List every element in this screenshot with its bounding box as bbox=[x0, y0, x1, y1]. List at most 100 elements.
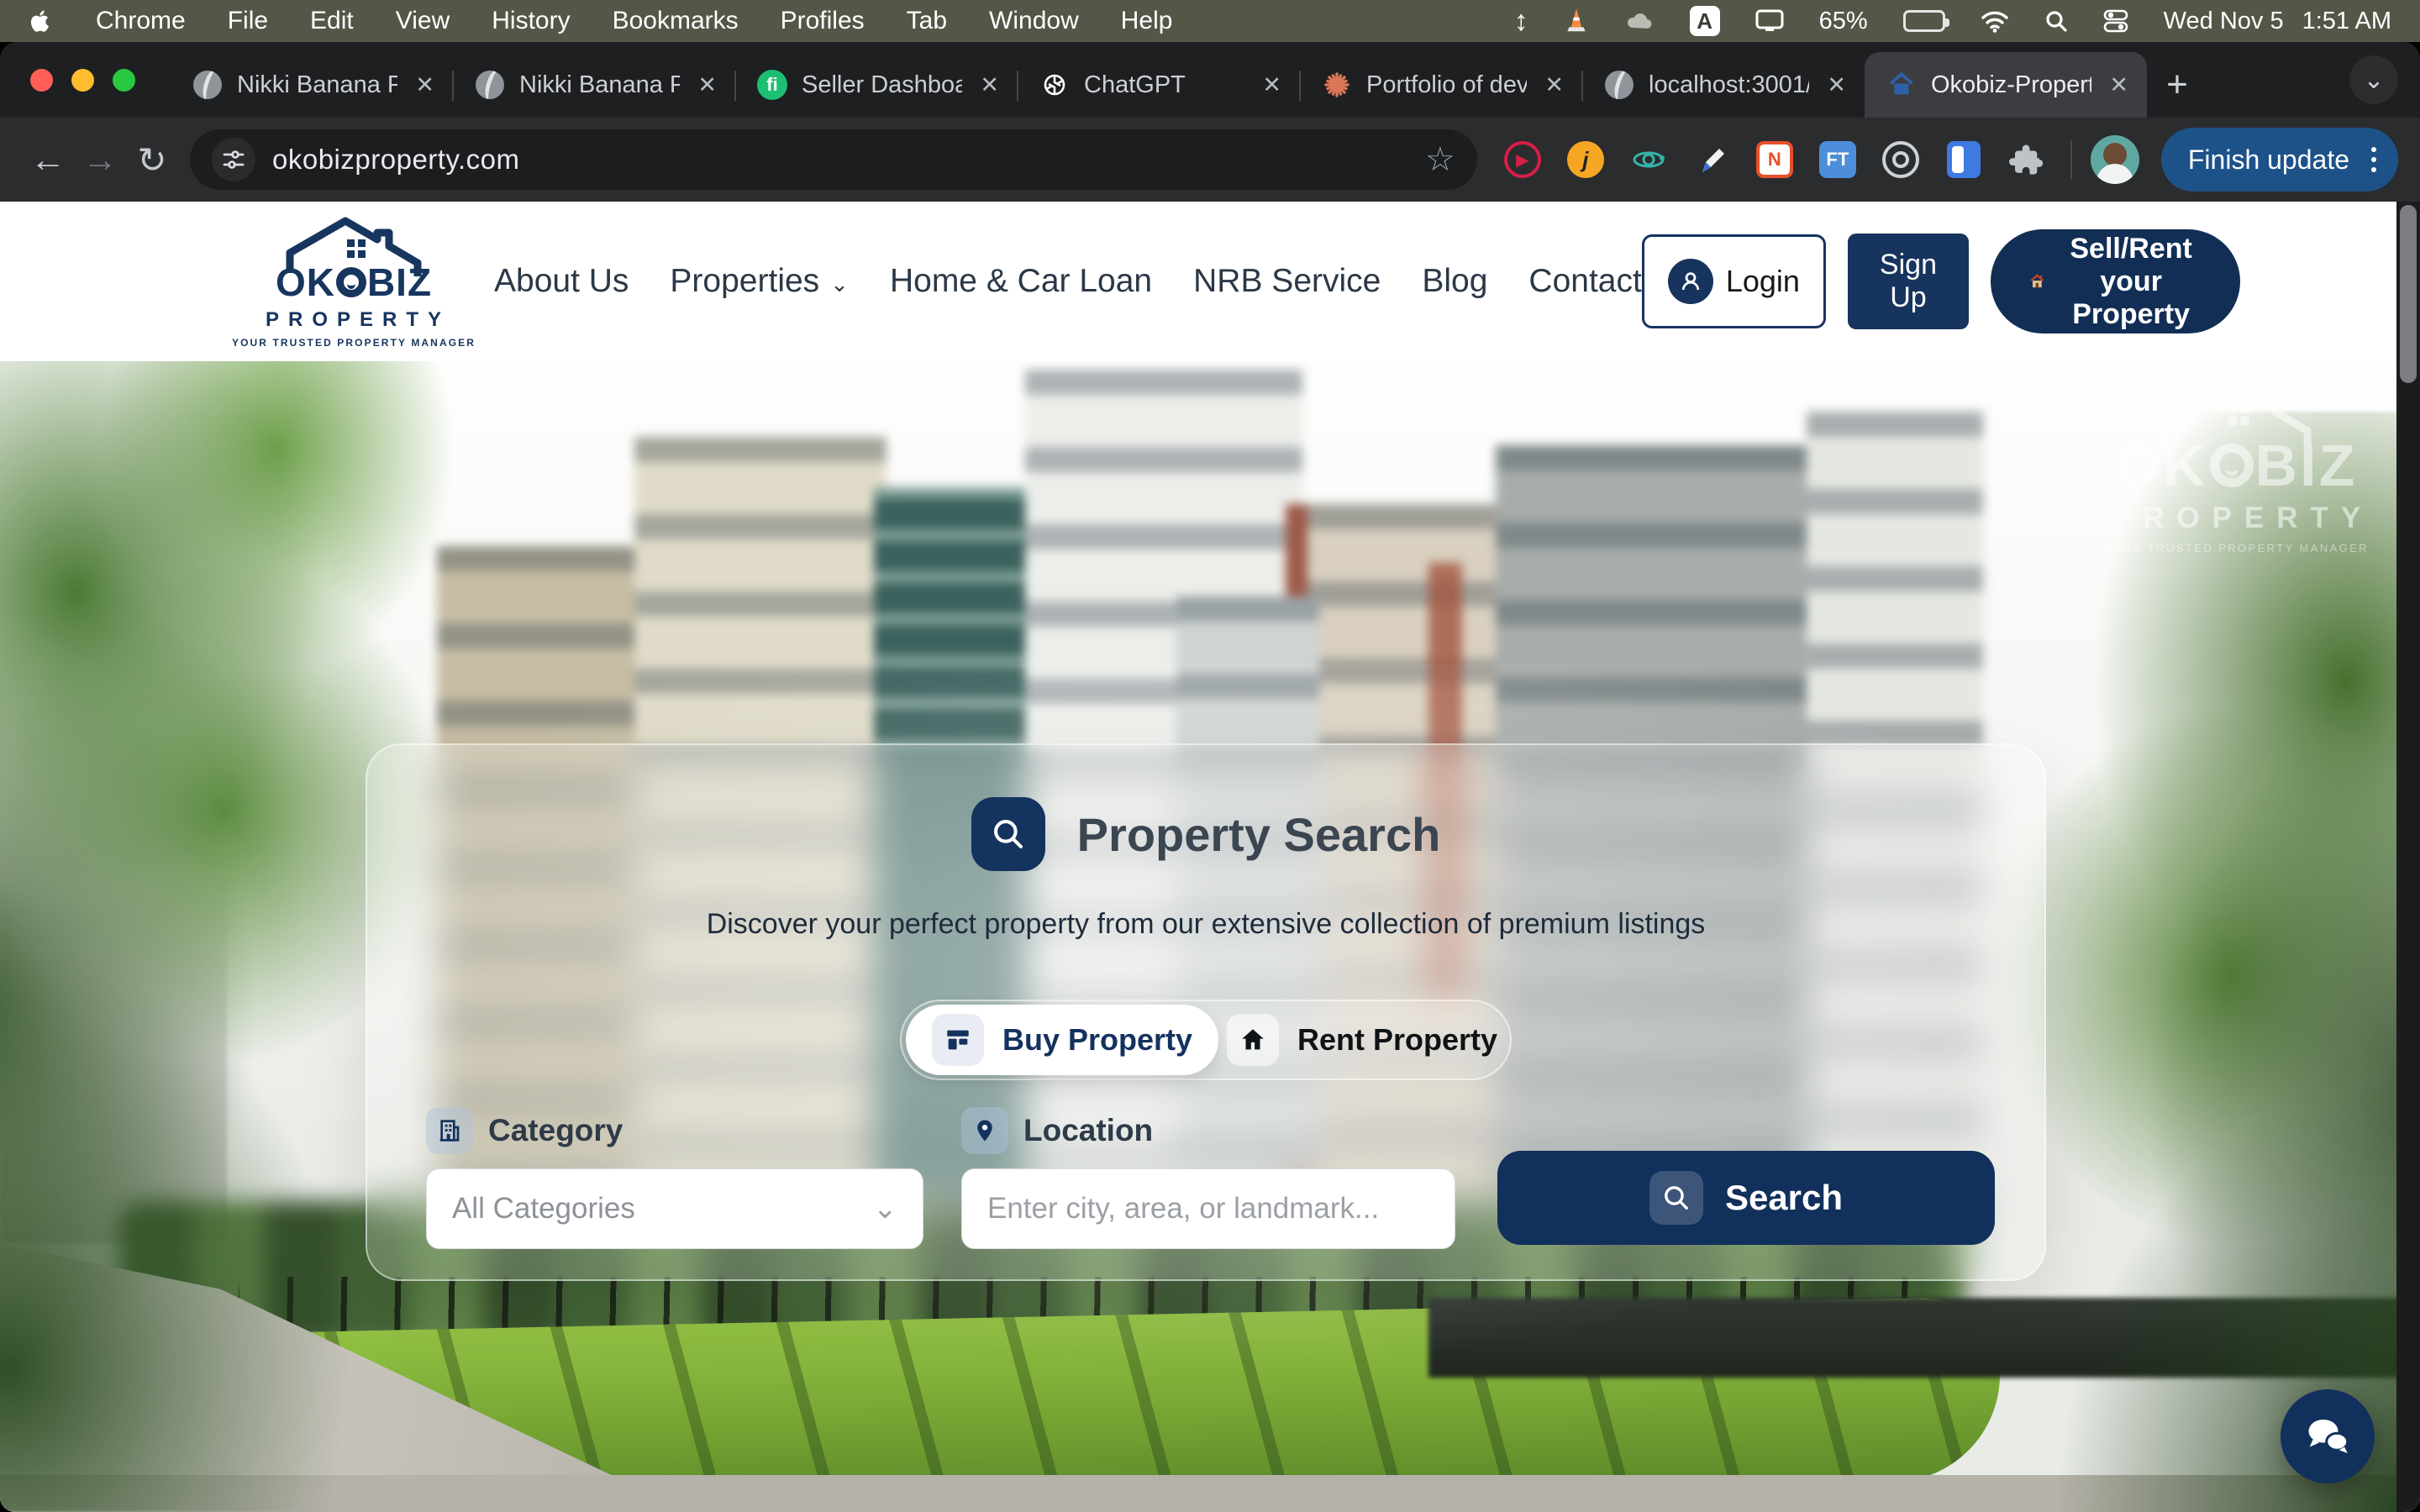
hero-section: OKBIZ PROPERTY YOUR TRUSTED PROPERTY MAN… bbox=[0, 361, 2420, 1512]
updown-arrows-icon[interactable]: ↕ bbox=[1514, 5, 1528, 38]
nav-contact[interactable]: Contact bbox=[1528, 263, 1641, 300]
menu-item-window[interactable]: Window bbox=[989, 7, 1079, 35]
watermark-logo: OKBIZ PROPERTY YOUR TRUSTED PROPERTY MAN… bbox=[2081, 376, 2391, 554]
close-window-button[interactable] bbox=[30, 69, 53, 92]
close-tab-icon[interactable]: ✕ bbox=[1259, 72, 1285, 98]
battery-percentage: 65% bbox=[1819, 8, 1868, 35]
globe-favicon bbox=[1604, 70, 1634, 100]
rent-property-tab[interactable]: Rent Property bbox=[1218, 1005, 1506, 1075]
tab-okobiz-property-active[interactable]: Okobiz-Property ✕ bbox=[1865, 52, 2147, 118]
reload-button[interactable]: ↻ bbox=[126, 134, 178, 186]
signup-button[interactable]: Sign Up bbox=[1848, 234, 1969, 329]
menu-item-history[interactable]: History bbox=[492, 7, 570, 35]
nav-home-car-loan[interactable]: Home & Car Loan bbox=[890, 263, 1152, 300]
spotlight-search-icon[interactable] bbox=[2044, 9, 2068, 33]
new-tab-button[interactable]: + bbox=[2147, 52, 2207, 118]
tab-bar: Nikki Banana Powd ✕ Nikki Banana Powd ✕ … bbox=[0, 42, 2420, 118]
tab-nikki-1[interactable]: Nikki Banana Powd ✕ bbox=[171, 52, 453, 118]
folder-extension-icon[interactable] bbox=[1944, 139, 1984, 180]
wifi-icon[interactable] bbox=[1981, 9, 2009, 33]
back-button[interactable]: ← bbox=[22, 134, 74, 186]
close-tab-icon[interactable]: ✕ bbox=[694, 72, 720, 98]
menu-item-profiles[interactable]: Profiles bbox=[781, 7, 865, 35]
main-nav: About Us Properties ⌄ Home & Car Loan NR… bbox=[494, 263, 1642, 300]
tab-chatgpt[interactable]: ChatGPT ✕ bbox=[1018, 52, 1300, 118]
nav-about-us[interactable]: About Us bbox=[494, 263, 629, 300]
menu-item-file[interactable]: File bbox=[228, 7, 268, 35]
apple-icon[interactable] bbox=[29, 6, 54, 36]
site-header: OKBIZ PROPERTY YOUR TRUSTED PROPERTY MAN… bbox=[0, 202, 2420, 361]
bookmark-star-icon[interactable]: ☆ bbox=[1425, 140, 1455, 179]
forward-button[interactable]: → bbox=[74, 134, 126, 186]
logo-subtitle: PROPERTY bbox=[257, 308, 450, 332]
menu-item-bookmarks[interactable]: Bookmarks bbox=[613, 7, 739, 35]
ft-extension-icon[interactable]: FT bbox=[1818, 139, 1858, 180]
chatgpt-favicon bbox=[1039, 70, 1070, 100]
control-center-icon[interactable] bbox=[2103, 8, 2128, 34]
menu-item-help[interactable]: Help bbox=[1121, 7, 1173, 35]
amber-extension-icon[interactable]: j bbox=[1565, 139, 1606, 180]
browser-menu-icon[interactable] bbox=[2366, 147, 2381, 172]
login-button[interactable]: Login bbox=[1642, 234, 1826, 328]
zoom-window-button[interactable] bbox=[113, 69, 135, 92]
close-tab-icon[interactable]: ✕ bbox=[412, 72, 438, 98]
location-input[interactable] bbox=[961, 1168, 1455, 1249]
buy-property-tab[interactable]: Buy Property bbox=[906, 1005, 1218, 1075]
map-pin-icon bbox=[961, 1107, 1008, 1154]
tab-search-button[interactable]: ⌄ bbox=[2349, 55, 2398, 104]
home-icon bbox=[1227, 1014, 1279, 1066]
minimize-window-button[interactable] bbox=[71, 69, 94, 92]
battery-icon bbox=[1903, 10, 1945, 32]
display-icon[interactable] bbox=[1755, 8, 1784, 34]
chat-fab-button[interactable] bbox=[2281, 1389, 2375, 1483]
pen-extension-icon[interactable] bbox=[1691, 139, 1732, 180]
menu-item-tab[interactable]: Tab bbox=[907, 7, 947, 35]
nav-properties[interactable]: Properties bbox=[670, 263, 819, 300]
finish-update-button[interactable]: Finish update bbox=[2161, 128, 2398, 192]
menu-item-view[interactable]: View bbox=[396, 7, 450, 35]
profile-avatar[interactable] bbox=[2091, 135, 2139, 184]
target-extension-icon[interactable] bbox=[1881, 139, 1921, 180]
video-extension-icon[interactable]: ▶ bbox=[1502, 139, 1543, 180]
atom-extension-icon[interactable] bbox=[1628, 139, 1669, 180]
cloud-icon[interactable] bbox=[1624, 10, 1655, 32]
toolbar-divider bbox=[2070, 140, 2072, 179]
logo-ring-o bbox=[336, 267, 366, 297]
note-extension-icon[interactable]: N bbox=[1754, 139, 1795, 180]
browser-toolbar: ← → ↻ okobizproperty.com ☆ ▶ j N FT bbox=[0, 118, 2420, 202]
category-select[interactable]: All Categories ⌄ bbox=[426, 1168, 923, 1249]
menu-bar-clock[interactable]: Wed Nov 51:51 AM bbox=[2164, 8, 2391, 35]
nav-blog[interactable]: Blog bbox=[1422, 263, 1487, 300]
tab-seller-dashboard[interactable]: fi Seller Dashboard ✕ bbox=[735, 52, 1018, 118]
extensions-puzzle-icon[interactable] bbox=[2007, 139, 2047, 180]
menu-item-chrome[interactable]: Chrome bbox=[96, 7, 186, 35]
site-logo[interactable]: OKBIZ PROPERTY YOUR TRUSTED PROPERTY MAN… bbox=[266, 214, 442, 349]
close-tab-icon[interactable]: ✕ bbox=[1823, 72, 1849, 98]
scrollbar[interactable] bbox=[2396, 202, 2420, 1512]
okobiz-favicon bbox=[1886, 70, 1917, 100]
address-bar[interactable]: okobizproperty.com ☆ bbox=[190, 129, 1477, 190]
tab-portfolio[interactable]: Portfolio of develo ✕ bbox=[1300, 52, 1582, 118]
site-settings-icon[interactable] bbox=[212, 138, 255, 181]
url-text[interactable]: okobizproperty.com bbox=[272, 144, 520, 176]
tab-nikki-2[interactable]: Nikki Banana Powd ✕ bbox=[453, 52, 735, 118]
close-tab-icon[interactable]: ✕ bbox=[976, 72, 1002, 98]
sell-rent-button[interactable]: Sell/Rent your Property bbox=[1991, 229, 2240, 333]
property-search-panel: Property Search Discover your perfect pr… bbox=[366, 743, 2046, 1281]
globe-favicon bbox=[475, 70, 505, 100]
claude-favicon bbox=[1322, 70, 1352, 100]
nav-nrb-service[interactable]: NRB Service bbox=[1193, 263, 1381, 300]
buy-rent-toggle: Buy Property Rent Property bbox=[900, 1000, 1512, 1080]
vlc-cone-icon[interactable] bbox=[1564, 8, 1589, 34]
close-tab-icon[interactable]: ✕ bbox=[1541, 72, 1567, 98]
panel-title: Property Search bbox=[1077, 807, 1441, 862]
scrollbar-thumb[interactable] bbox=[2400, 205, 2417, 383]
fiverr-favicon: fi bbox=[757, 70, 787, 100]
tab-localhost[interactable]: localhost:3001/pro ✕ bbox=[1582, 52, 1865, 118]
menu-item-edit[interactable]: Edit bbox=[310, 7, 354, 35]
input-source-icon[interactable]: A bbox=[1690, 6, 1720, 36]
globe-favicon bbox=[192, 70, 223, 100]
close-tab-icon[interactable]: ✕ bbox=[2106, 72, 2132, 98]
search-button[interactable]: Search bbox=[1497, 1151, 1995, 1245]
logo-tagline: YOUR TRUSTED PROPERTY MANAGER bbox=[232, 337, 476, 349]
